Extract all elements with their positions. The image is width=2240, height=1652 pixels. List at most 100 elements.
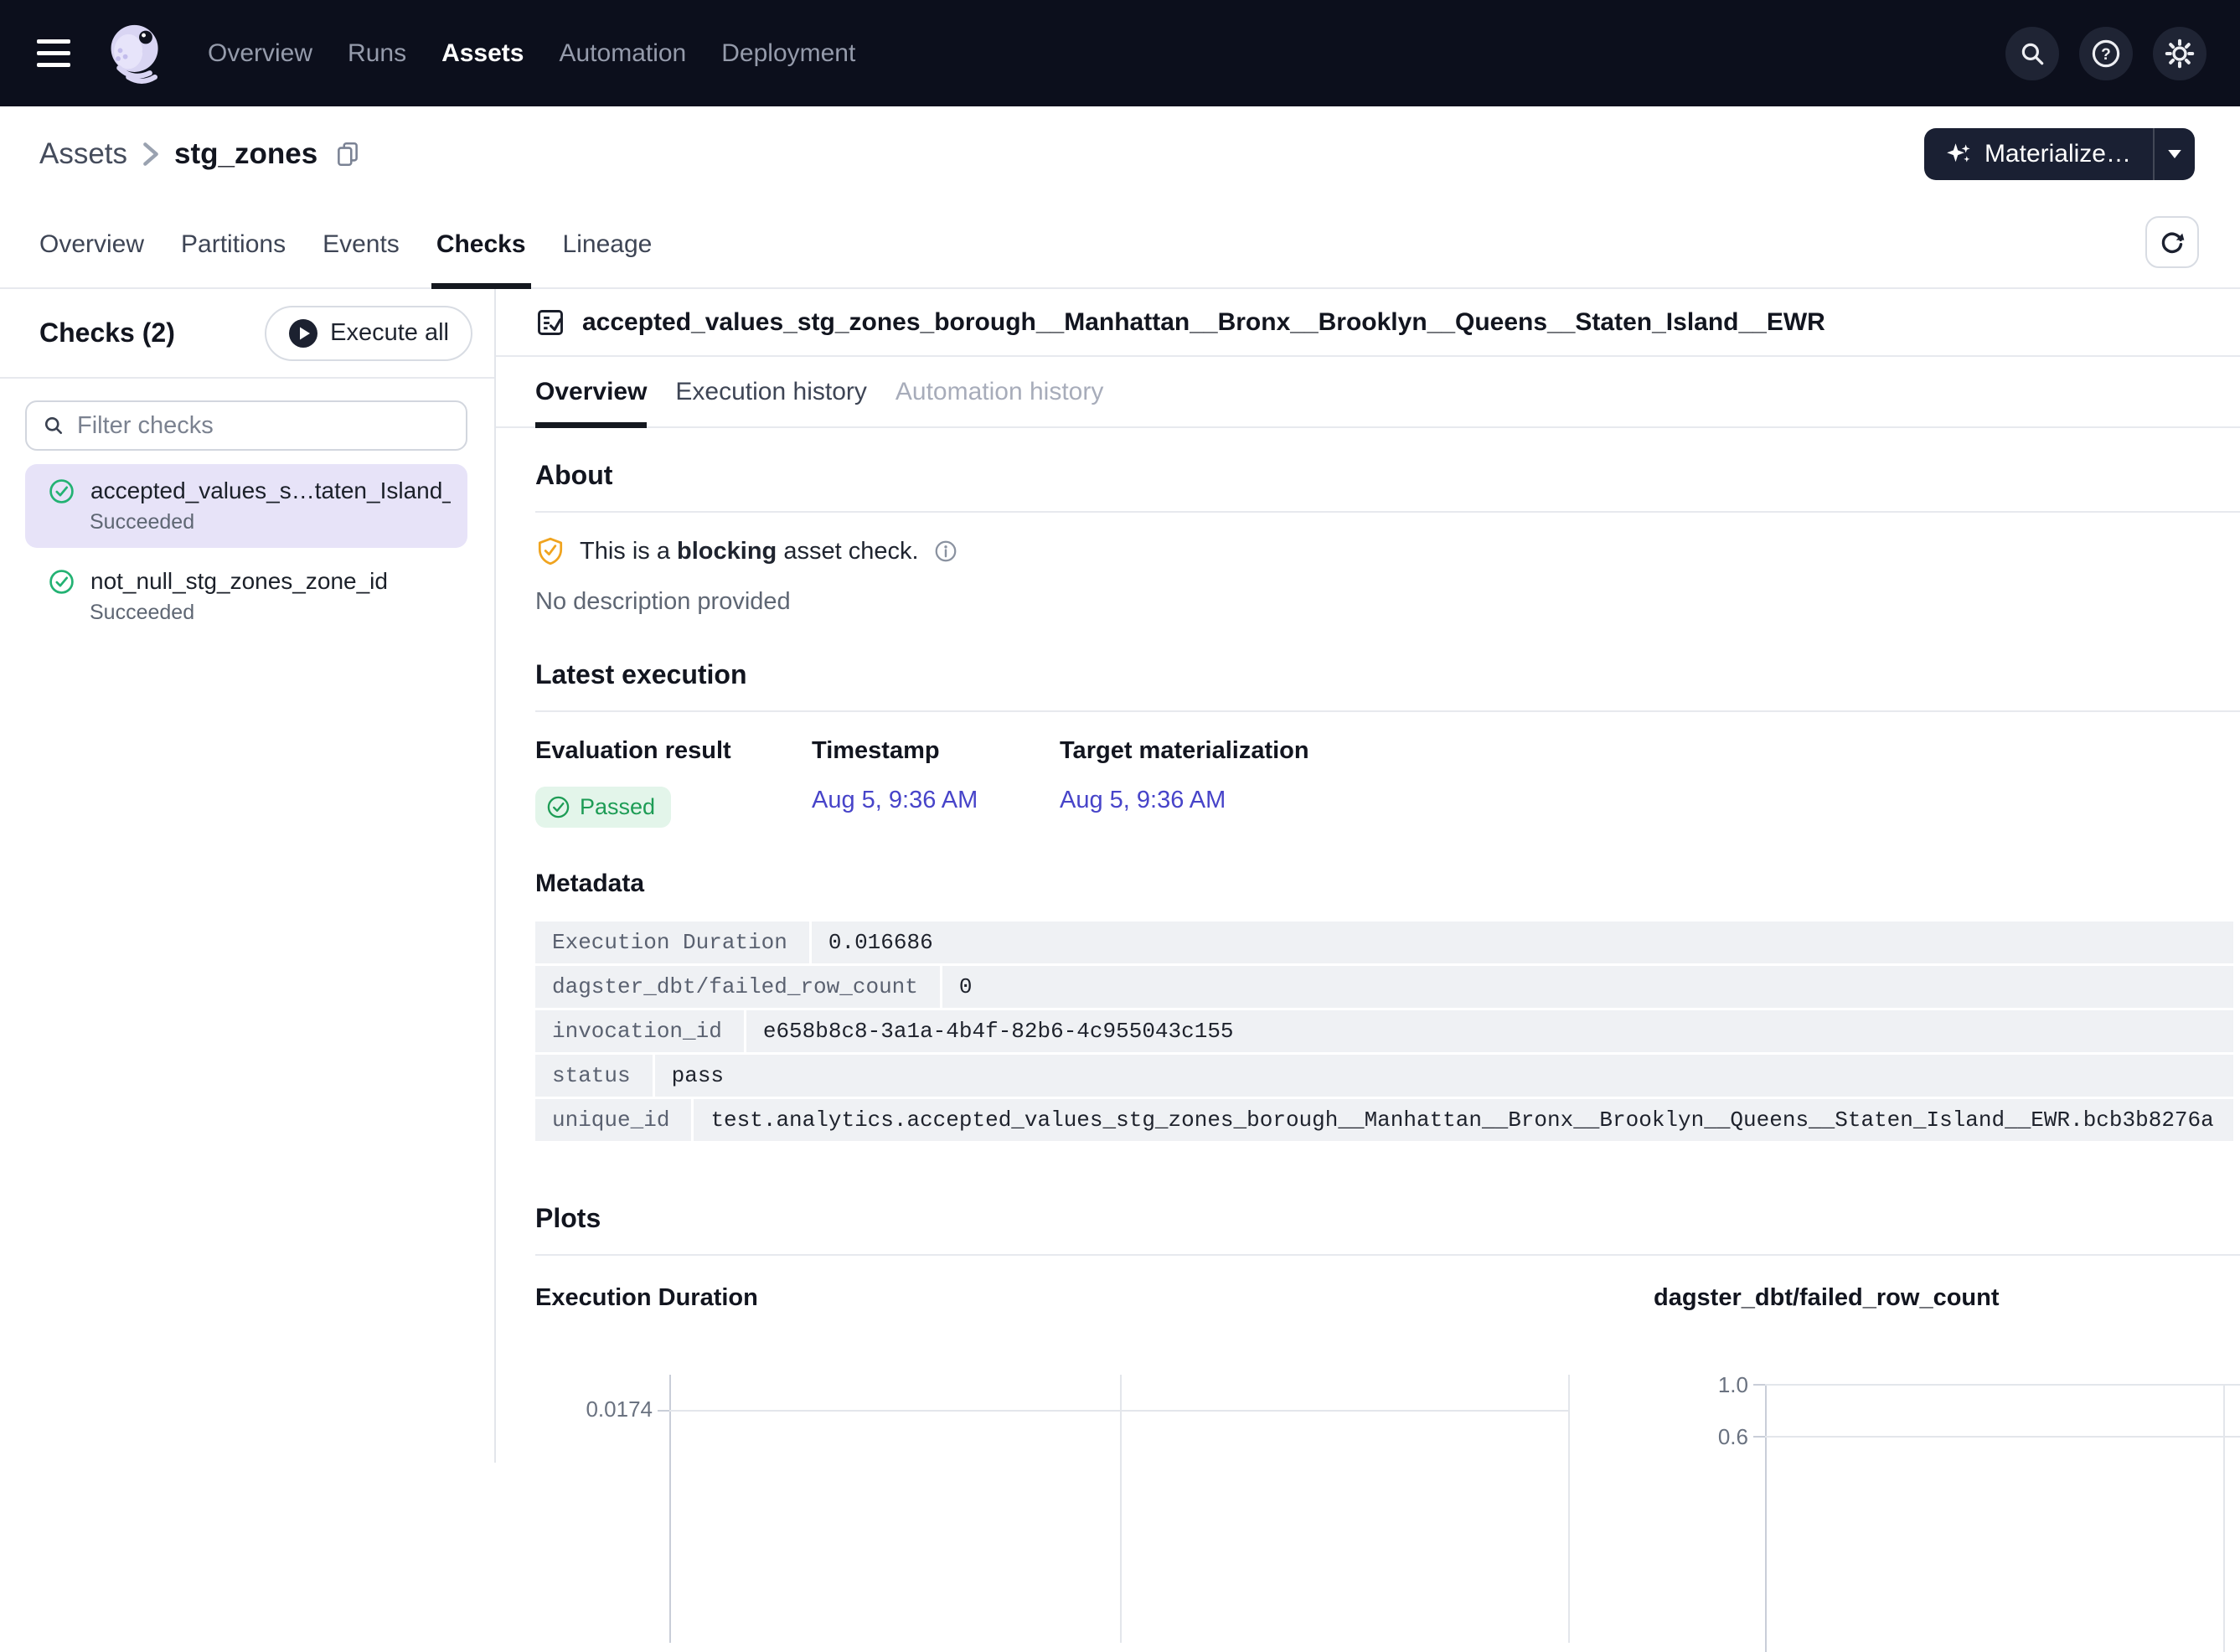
menu-icon[interactable] (34, 34, 74, 72)
metadata-key: unique_id (535, 1099, 691, 1141)
check-title: accepted_values_stg_zones_borough__Manha… (582, 308, 1825, 337)
table-row: Execution Duration 0.016686 (535, 922, 2233, 963)
table-row: dagster_dbt/failed_row_count 0 (535, 966, 2233, 1008)
metadata-key: dagster_dbt/failed_row_count (535, 966, 940, 1008)
nav-item-automation[interactable]: Automation (559, 39, 686, 68)
tab-execution-history[interactable]: Execution history (675, 357, 866, 426)
execute-all-button[interactable]: Execute all (265, 306, 472, 361)
y-axis-line (1765, 1384, 1767, 1652)
play-circle-icon (288, 318, 318, 348)
metadata-value: e658b8c8-3a1a-4b4f-82b6-4c955043c155 (746, 1010, 2233, 1052)
latest-execution-section: Latest execution Evaluation result Passe… (535, 659, 2240, 828)
y-axis-tick-label: 1.0 (1654, 1372, 1748, 1398)
chevron-right-icon (142, 142, 159, 167)
help-icon: ? (2091, 39, 2121, 69)
plot-title: dagster_dbt/failed_row_count (1654, 1284, 2240, 1312)
materialize-label: Materialize… (1985, 140, 2131, 168)
nav-item-overview[interactable]: Overview (208, 39, 312, 68)
nav-item-assets[interactable]: Assets (441, 39, 524, 68)
execute-all-label: Execute all (330, 319, 449, 347)
breadcrumb-assets-link[interactable]: Assets (39, 137, 127, 171)
target-materialization-link[interactable]: Aug 5, 9:36 AM (1060, 787, 1226, 813)
metadata-value: 0.016686 (812, 922, 2233, 963)
check-success-icon (49, 478, 75, 504)
search-icon (2018, 39, 2046, 68)
tab-automation-history: Automation history (895, 357, 1103, 426)
search-icon (42, 414, 65, 437)
shield-check-icon (535, 536, 565, 566)
copy-icon (334, 140, 361, 168)
table-row: invocation_id e658b8c8-3a1a-4b4f-82b6-4c… (535, 1010, 2233, 1052)
evaluation-result-header: Evaluation result (535, 737, 812, 765)
checks-sidebar: Checks (2) Execute all (0, 289, 496, 1463)
target-materialization-header: Target materialization (1060, 737, 2240, 765)
metadata-value: test.analytics.accepted_values_stg_zones… (694, 1099, 2233, 1141)
timestamp-link[interactable]: Aug 5, 9:36 AM (812, 787, 978, 813)
dagster-logo[interactable] (104, 21, 169, 86)
check-list-item-accepted-values[interactable]: accepted_values_s…taten_Island_ Succeede… (25, 464, 467, 548)
y-axis-tick (1753, 1384, 1765, 1386)
tab-partitions[interactable]: Partitions (181, 201, 286, 287)
y-axis-tick-label: 0.0174 (535, 1396, 653, 1422)
asset-page-header: Assets stg_zones Materialize… (0, 106, 2240, 201)
chevron-down-icon (2168, 150, 2181, 158)
gridline (2223, 1384, 2225, 1652)
svg-text:?: ? (2101, 45, 2111, 63)
copy-asset-name-button[interactable] (334, 140, 361, 168)
metadata-table: Execution Duration 0.016686 dagster_dbt/… (535, 922, 2233, 1141)
search-button[interactable] (2005, 27, 2059, 80)
asset-name: stg_zones (174, 137, 317, 171)
latest-execution-heading: Latest execution (535, 659, 2240, 712)
checks-sidebar-header: Checks (2) Execute all (0, 289, 494, 379)
tab-lineage[interactable]: Lineage (563, 201, 653, 287)
metadata-key: invocation_id (535, 1010, 744, 1052)
primary-nav: Overview Runs Assets Automation Deployme… (208, 39, 855, 68)
table-row: unique_id test.analytics.accepted_values… (535, 1099, 2233, 1141)
metadata-section: Metadata Execution Duration 0.016686 dag… (535, 870, 2240, 1141)
check-name: accepted_values_s…taten_Island_ (90, 478, 451, 504)
gridline (1568, 1375, 1570, 1643)
settings-button[interactable] (2153, 27, 2206, 80)
check-list-item-not-null[interactable]: not_null_stg_zones_zone_id Succeeded (25, 555, 467, 638)
help-button[interactable]: ? (2079, 27, 2133, 80)
filter-checks-input[interactable] (77, 412, 451, 440)
metadata-heading: Metadata (535, 870, 2240, 898)
tab-check-overview[interactable]: Overview (535, 357, 647, 426)
check-status: Succeeded (90, 601, 452, 625)
asset-tab-bar: Overview Partitions Events Checks Lineag… (0, 201, 2240, 289)
about-section: About This is a blocking asset check. No… (535, 460, 2240, 616)
y-axis-line (669, 1375, 671, 1643)
plot-canvas: 1.0 0.6 (1654, 1371, 2240, 1463)
tab-events[interactable]: Events (323, 201, 400, 287)
octopus-logo-icon (104, 21, 169, 86)
check-name: not_null_stg_zones_zone_id (90, 568, 388, 595)
refresh-icon (2158, 228, 2186, 256)
metadata-key: Execution Duration (535, 922, 809, 963)
breadcrumb: Assets stg_zones (39, 137, 361, 171)
info-icon[interactable] (933, 539, 958, 564)
metadata-key: status (535, 1055, 653, 1097)
plots-heading: Plots (535, 1203, 2240, 1256)
materialize-dropdown-caret[interactable] (2155, 128, 2195, 180)
metadata-value: 0 (942, 966, 2233, 1008)
y-axis-tick-label: 0.6 (1654, 1424, 1748, 1450)
refresh-button[interactable] (2145, 216, 2199, 268)
check-title-row: accepted_values_stg_zones_borough__Manha… (496, 289, 2240, 357)
check-success-icon (546, 795, 570, 819)
check-detail-pane: accepted_values_stg_zones_borough__Manha… (496, 289, 2240, 1463)
tab-overview[interactable]: Overview (39, 201, 144, 287)
metadata-value: pass (655, 1055, 2233, 1097)
gridline (1765, 1436, 2240, 1438)
check-success-icon (49, 569, 75, 595)
filter-checks-box (25, 400, 467, 451)
passed-badge: Passed (535, 787, 671, 828)
tab-checks[interactable]: Checks (436, 201, 526, 287)
check-status: Succeeded (90, 510, 452, 534)
failed-row-count-plot: dagster_dbt/failed_row_count 1.0 0.6 (1654, 1284, 2240, 1463)
execution-duration-plot: Execution Duration 0.0174 (535, 1284, 1654, 1463)
materialize-button[interactable]: Materialize… (1924, 128, 2195, 180)
nav-item-runs[interactable]: Runs (348, 39, 406, 68)
plot-title: Execution Duration (535, 1284, 1654, 1312)
y-axis-tick (1753, 1436, 1765, 1438)
nav-item-deployment[interactable]: Deployment (721, 39, 855, 68)
